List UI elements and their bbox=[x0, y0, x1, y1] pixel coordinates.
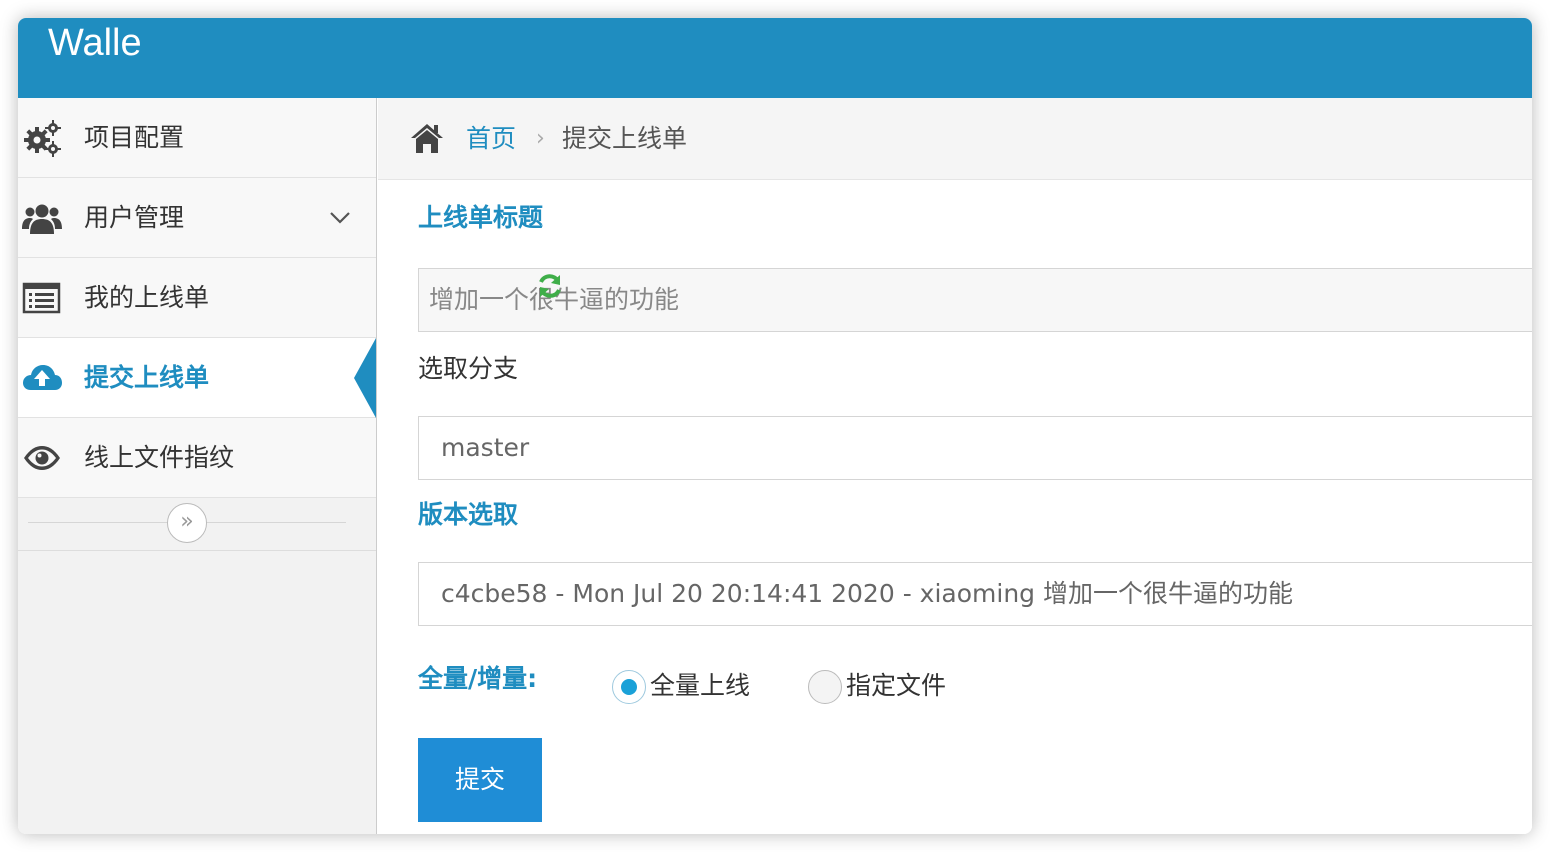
breadcrumb-home-link[interactable]: 首页 bbox=[466, 98, 516, 180]
brand-logo[interactable]: Walle bbox=[48, 20, 142, 66]
sidebar-item-file-fingerprint[interactable]: 线上文件指纹 bbox=[18, 418, 376, 498]
breadcrumb-current: 提交上线单 bbox=[562, 124, 688, 153]
sidebar-item-label: 我的上线单 bbox=[84, 283, 210, 312]
submit-button[interactable]: 提交 bbox=[418, 738, 542, 822]
eye-icon bbox=[22, 438, 62, 478]
sidebar-item-project-config[interactable]: 项目配置 bbox=[18, 98, 376, 178]
refresh-icon[interactable] bbox=[536, 272, 564, 300]
title-input[interactable]: 增加一个很牛逼的功能 bbox=[418, 268, 1532, 332]
radio-label: 指定文件 bbox=[846, 671, 947, 700]
breadcrumb-separator: › bbox=[536, 126, 545, 151]
sidebar-collapse-row: » bbox=[18, 495, 376, 551]
version-select[interactable]: c4cbe58 - Mon Jul 20 20:14:41 2020 - xia… bbox=[418, 562, 1532, 626]
sidebar: 项目配置 用户管理 我的上线单 提交上线单 线上文件指纹 » bbox=[18, 98, 377, 834]
branch-label: 选取分支 bbox=[418, 354, 519, 383]
app-window: Walle 项目配置 用户管理 我的上线单 提交上线单 线上文件指纹 » 首页 … bbox=[18, 18, 1532, 834]
home-icon[interactable] bbox=[410, 122, 444, 154]
breadcrumb: 首页 › 提交上线单 bbox=[378, 98, 1532, 180]
cloud-upload-icon bbox=[22, 358, 62, 398]
radio-button-checked[interactable] bbox=[612, 670, 646, 704]
cogs-icon bbox=[22, 118, 62, 158]
sidebar-item-label: 线上文件指纹 bbox=[84, 443, 235, 472]
version-label: 版本选取 bbox=[418, 500, 519, 529]
mode-label: 全量/增量: bbox=[418, 664, 538, 693]
chevron-down-icon[interactable] bbox=[328, 205, 352, 229]
sidebar-item-my-deploys[interactable]: 我的上线单 bbox=[18, 258, 376, 338]
radio-label: 全量上线 bbox=[650, 671, 751, 700]
sidebar-item-submit-deploy[interactable]: 提交上线单 bbox=[18, 338, 376, 418]
sidebar-item-label: 用户管理 bbox=[84, 203, 185, 232]
radio-button[interactable] bbox=[808, 670, 842, 704]
sidebar-item-user-management[interactable]: 用户管理 bbox=[18, 178, 376, 258]
sidebar-item-label: 项目配置 bbox=[84, 123, 185, 152]
list-icon bbox=[22, 278, 62, 318]
main-content: 首页 › 提交上线单 上线单标题 增加一个很牛逼的功能 选取分支 master … bbox=[378, 98, 1532, 834]
title-label: 上线单标题 bbox=[418, 203, 544, 232]
branch-select[interactable]: master bbox=[418, 416, 1532, 480]
users-icon bbox=[22, 198, 62, 238]
active-indicator bbox=[354, 338, 376, 418]
top-navbar: Walle bbox=[18, 18, 1532, 98]
sidebar-item-label: 提交上线单 bbox=[84, 363, 210, 392]
sidebar-collapse-button[interactable]: » bbox=[167, 503, 207, 543]
